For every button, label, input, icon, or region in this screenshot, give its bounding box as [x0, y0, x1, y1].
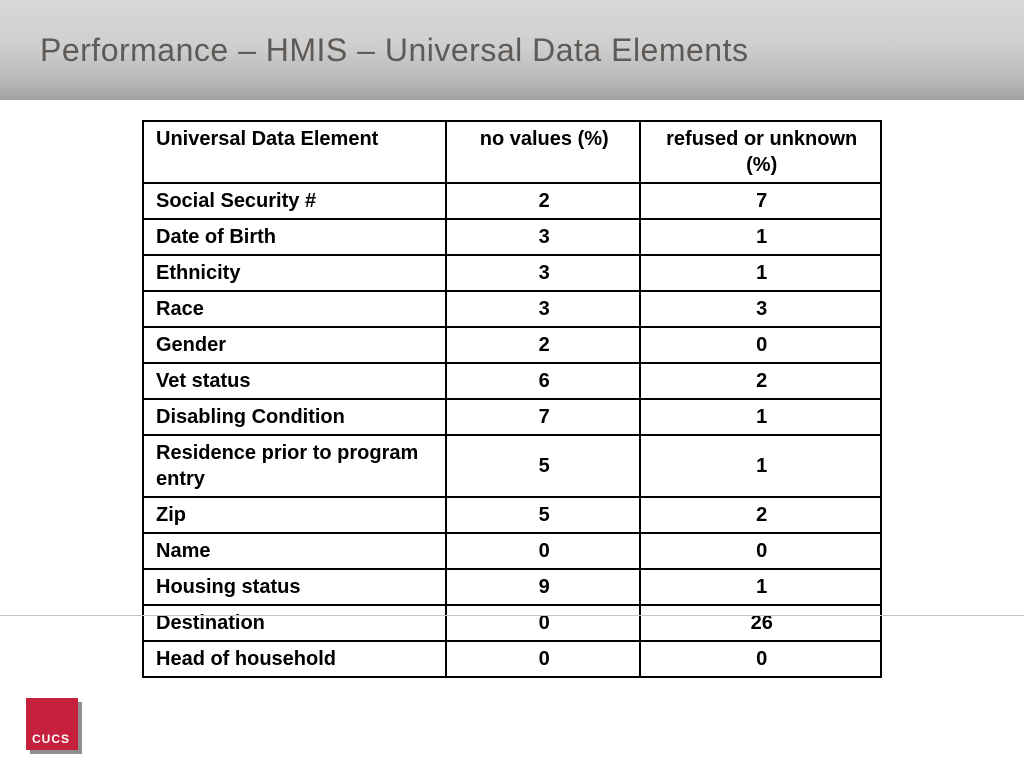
cell-element: Zip — [143, 497, 446, 533]
cell-novalues: 5 — [446, 435, 640, 497]
cell-refused: 0 — [640, 533, 881, 569]
cell-refused: 0 — [640, 327, 881, 363]
cell-refused: 3 — [640, 291, 881, 327]
cell-element: Vet status — [143, 363, 446, 399]
table-row: Social Security #27 — [143, 183, 881, 219]
cell-novalues: 0 — [446, 641, 640, 677]
table-row: Name00 — [143, 533, 881, 569]
cell-novalues: 9 — [446, 569, 640, 605]
table-row: Vet status62 — [143, 363, 881, 399]
cell-novalues: 6 — [446, 363, 640, 399]
cell-refused: 7 — [640, 183, 881, 219]
cell-element: Ethnicity — [143, 255, 446, 291]
cell-element: Destination — [143, 605, 446, 641]
content-area: Universal Data Element no values (%) ref… — [0, 100, 1024, 678]
cell-refused: 26 — [640, 605, 881, 641]
table-row: Race33 — [143, 291, 881, 327]
data-table: Universal Data Element no values (%) ref… — [142, 120, 882, 678]
table-body: Social Security #27Date of Birth31Ethnic… — [143, 183, 881, 677]
col-header-refused: refused or unknown (%) — [640, 121, 881, 183]
table-row: Housing status91 — [143, 569, 881, 605]
cell-novalues: 3 — [446, 219, 640, 255]
footer-rule — [0, 615, 1024, 616]
table-row: Ethnicity31 — [143, 255, 881, 291]
cell-element: Date of Birth — [143, 219, 446, 255]
cell-refused: 1 — [640, 399, 881, 435]
cell-novalues: 2 — [446, 327, 640, 363]
cell-novalues: 0 — [446, 605, 640, 641]
cell-element: Gender — [143, 327, 446, 363]
cell-refused: 2 — [640, 363, 881, 399]
table-row: Zip52 — [143, 497, 881, 533]
cell-element: Social Security # — [143, 183, 446, 219]
table-row: Residence prior to program entry51 — [143, 435, 881, 497]
col-header-element: Universal Data Element — [143, 121, 446, 183]
cell-element: Housing status — [143, 569, 446, 605]
logo-front: CUCS — [26, 698, 78, 750]
cell-element: Disabling Condition — [143, 399, 446, 435]
table-row: Date of Birth31 — [143, 219, 881, 255]
cell-novalues: 0 — [446, 533, 640, 569]
table-row: Gender20 — [143, 327, 881, 363]
cell-novalues: 3 — [446, 255, 640, 291]
cell-novalues: 2 — [446, 183, 640, 219]
cell-novalues: 7 — [446, 399, 640, 435]
logo-text: CUCS — [32, 732, 70, 746]
cell-element: Race — [143, 291, 446, 327]
table-row: Disabling Condition71 — [143, 399, 881, 435]
col-header-novalues: no values (%) — [446, 121, 640, 183]
cell-refused: 2 — [640, 497, 881, 533]
cell-refused: 1 — [640, 255, 881, 291]
cell-novalues: 3 — [446, 291, 640, 327]
table-header-row: Universal Data Element no values (%) ref… — [143, 121, 881, 183]
slide-title: Performance – HMIS – Universal Data Elem… — [40, 32, 748, 69]
cell-refused: 1 — [640, 569, 881, 605]
cell-element: Head of household — [143, 641, 446, 677]
cell-refused: 1 — [640, 219, 881, 255]
cell-refused: 0 — [640, 641, 881, 677]
cell-element: Name — [143, 533, 446, 569]
logo: CUCS — [26, 698, 82, 754]
title-band: Performance – HMIS – Universal Data Elem… — [0, 0, 1024, 100]
cell-refused: 1 — [640, 435, 881, 497]
table-row: Destination026 — [143, 605, 881, 641]
cell-element: Residence prior to program entry — [143, 435, 446, 497]
table-row: Head of household00 — [143, 641, 881, 677]
cell-novalues: 5 — [446, 497, 640, 533]
